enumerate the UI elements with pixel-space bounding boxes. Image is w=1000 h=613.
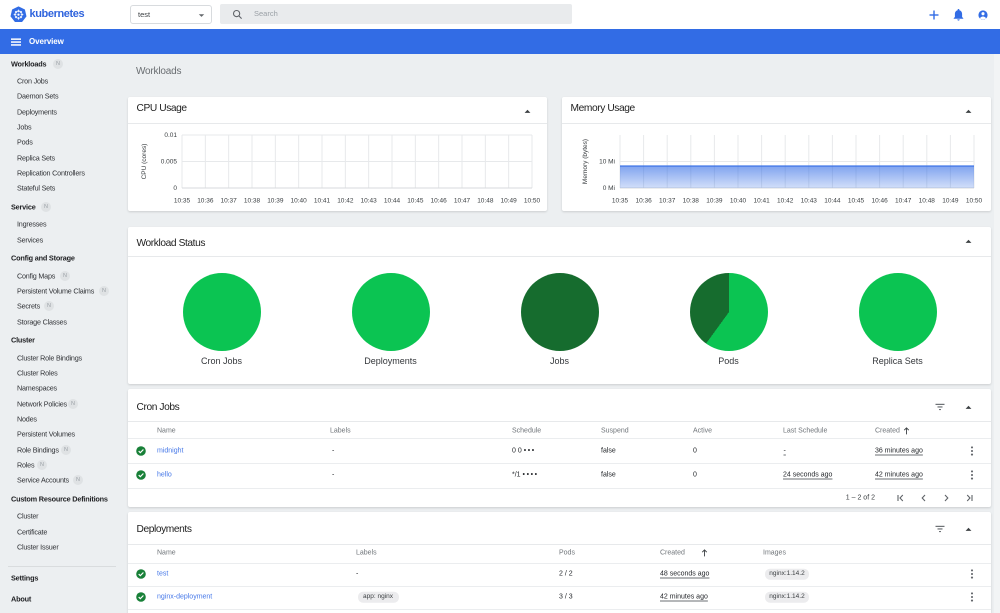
svg-text:10:36: 10:36: [635, 198, 652, 205]
svg-text:10:41: 10:41: [753, 198, 770, 205]
svg-text:10:48: 10:48: [919, 198, 936, 205]
svg-text:10:49: 10:49: [942, 198, 959, 205]
svg-text:10:39: 10:39: [267, 198, 284, 205]
svg-text:10:43: 10:43: [361, 198, 378, 205]
svg-text:10:40: 10:40: [730, 198, 747, 205]
svg-text:10:46: 10:46: [431, 198, 448, 205]
svg-text:10:42: 10:42: [777, 198, 794, 205]
svg-text:10:47: 10:47: [895, 198, 912, 205]
svg-text:10:44: 10:44: [824, 198, 841, 205]
svg-text:10:48: 10:48: [477, 198, 494, 205]
svg-text:10 Mi: 10 Mi: [599, 159, 615, 166]
svg-text:0: 0: [173, 185, 177, 192]
svg-text:Memory (bytes): Memory (bytes): [582, 139, 589, 184]
svg-text:0 Mi: 0 Mi: [603, 185, 615, 192]
svg-text:10:45: 10:45: [848, 198, 865, 205]
svg-text:10:35: 10:35: [612, 198, 629, 205]
svg-text:0.01: 0.01: [164, 132, 177, 139]
svg-text:10:45: 10:45: [407, 198, 424, 205]
svg-text:10:47: 10:47: [454, 198, 471, 205]
svg-text:10:38: 10:38: [244, 198, 261, 205]
svg-text:10:42: 10:42: [337, 198, 354, 205]
svg-text:10:49: 10:49: [501, 198, 518, 205]
svg-text:10:39: 10:39: [706, 198, 723, 205]
svg-text:10:46: 10:46: [871, 198, 888, 205]
svg-text:10:41: 10:41: [314, 198, 331, 205]
svg-text:CPU (cores): CPU (cores): [141, 144, 148, 180]
svg-text:0.005: 0.005: [161, 159, 178, 166]
svg-text:10:40: 10:40: [291, 198, 308, 205]
svg-text:10:43: 10:43: [801, 198, 818, 205]
svg-text:10:37: 10:37: [659, 198, 676, 205]
svg-text:10:37: 10:37: [221, 198, 238, 205]
svg-text:10:50: 10:50: [524, 198, 541, 205]
svg-text:10:50: 10:50: [966, 198, 983, 205]
svg-text:10:35: 10:35: [174, 198, 191, 205]
svg-text:10:38: 10:38: [683, 198, 700, 205]
svg-text:10:36: 10:36: [197, 198, 214, 205]
svg-text:10:44: 10:44: [384, 198, 401, 205]
